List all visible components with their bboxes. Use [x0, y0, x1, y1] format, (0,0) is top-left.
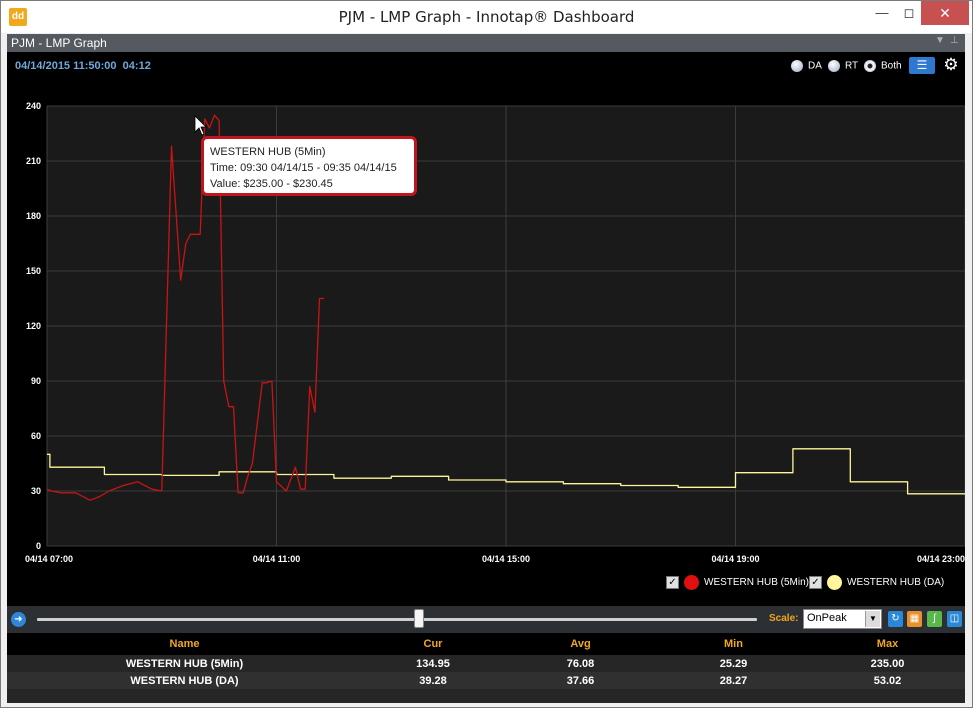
- panel-title: PJM - LMP Graph: [11, 36, 107, 50]
- panel-dropdown-icon[interactable]: ▼: [935, 35, 945, 46]
- y-tick-label: 240: [26, 101, 41, 111]
- legend-checkbox-da[interactable]: ✓: [809, 576, 822, 589]
- column-header-max[interactable]: Max: [810, 633, 965, 655]
- x-tick-label: 04/14 19:00: [711, 554, 759, 564]
- x-tick-label: 04/14 15:00: [482, 554, 530, 564]
- scale-label: Scale:: [769, 613, 799, 624]
- legend-checkbox-5min[interactable]: ✓: [666, 576, 679, 589]
- column-header-name[interactable]: Name: [7, 633, 362, 655]
- cell-min: 25.29: [657, 655, 810, 672]
- legend-label-5min: WESTERN HUB (5Min): [704, 577, 810, 588]
- column-header-cur[interactable]: Cur: [362, 633, 504, 655]
- timeline-bar: ➜ Scale: OnPeak ▼ ↻ ▦ ∫ ◫: [7, 606, 965, 633]
- y-tick-label: 30: [31, 486, 41, 496]
- app-window: dd PJM - LMP Graph - Innotap® Dashboard …: [0, 0, 973, 708]
- cell-max: 235.00: [810, 655, 965, 672]
- x-tick-label: 04/14 07:00: [25, 554, 73, 564]
- column-header-avg[interactable]: Avg: [504, 633, 657, 655]
- tooltip-time: Time: 09:30 04/14/15 - 09:35 04/14/15: [210, 162, 397, 174]
- table-header-row: Name Cur Avg Min Max: [7, 633, 965, 655]
- cell-name: WESTERN HUB (5Min): [7, 655, 362, 672]
- cell-avg: 76.08: [504, 655, 657, 672]
- close-button[interactable]: ✕: [921, 1, 969, 25]
- y-tick-label: 180: [26, 211, 41, 221]
- tooltip-value: Value: $235.00 - $230.45: [210, 178, 333, 190]
- maximize-button[interactable]: ◻: [894, 1, 924, 25]
- table-row[interactable]: WESTERN HUB (DA) 39.28 37.66 28.27 53.02: [7, 672, 965, 689]
- chart-area: 04/14/2015 11:50:00 04:12 DA RT Both ☰ ⚙…: [7, 52, 965, 606]
- stats-table-container: Name Cur Avg Min Max WESTERN HUB (5Min) …: [7, 633, 965, 703]
- cell-max: 53.02: [810, 672, 965, 689]
- y-tick-label: 210: [26, 156, 41, 166]
- minimize-button[interactable]: —: [867, 1, 897, 25]
- save-icon[interactable]: ◫: [947, 611, 962, 627]
- y-tick-label: 0: [36, 541, 41, 551]
- x-tick-label: 04/14 11:00: [253, 554, 301, 564]
- legend-item-da[interactable]: ✓ WESTERN HUB (DA): [809, 575, 944, 590]
- cell-cur: 39.28: [362, 672, 504, 689]
- legend-item-5min[interactable]: ✓ WESTERN HUB (5Min): [666, 575, 809, 590]
- cell-cur: 134.95: [362, 655, 504, 672]
- pin-icon[interactable]: ⊥: [950, 35, 959, 46]
- timeline-slider-handle[interactable]: [413, 609, 424, 628]
- timeline-track[interactable]: [37, 618, 757, 621]
- table-row[interactable]: WESTERN HUB (5Min) 134.95 76.08 25.29 23…: [7, 655, 965, 672]
- lmp-line-chart: 0 30 60 90 120 150 180 210 240 04/14 07:00 04/14 1…: [25, 101, 965, 564]
- refresh-icon[interactable]: ↻: [888, 611, 903, 627]
- cell-min: 28.27: [657, 672, 810, 689]
- grid-icon[interactable]: ▦: [907, 611, 922, 627]
- scale-select-value: OnPeak: [807, 612, 847, 624]
- x-tick-label: 04/14 23:00: [917, 554, 965, 564]
- play-icon[interactable]: ➜: [11, 612, 26, 627]
- cell-avg: 37.66: [504, 672, 657, 689]
- y-tick-label: 120: [26, 321, 41, 331]
- column-header-min[interactable]: Min: [657, 633, 810, 655]
- window-title: PJM - LMP Graph - Innotap® Dashboard: [338, 8, 635, 26]
- y-tick-label: 90: [31, 376, 41, 386]
- chart-tooltip: WESTERN HUB (5Min) Time: 09:30 04/14/15 …: [201, 136, 417, 196]
- stats-table: Name Cur Avg Min Max WESTERN HUB (5Min) …: [7, 633, 965, 703]
- tooltip-series: WESTERN HUB (5Min): [210, 146, 326, 158]
- legend-swatch-5min: [684, 575, 699, 590]
- table-row-empty: [7, 689, 965, 703]
- title-bar: dd PJM - LMP Graph - Innotap® Dashboard …: [1, 1, 972, 33]
- curve-icon[interactable]: ∫: [927, 611, 942, 627]
- y-tick-label: 150: [26, 266, 41, 276]
- chevron-down-icon[interactable]: ▼: [865, 611, 880, 627]
- scale-select[interactable]: OnPeak ▼: [803, 609, 882, 629]
- panel-header: PJM - LMP Graph ▼ ⊥: [7, 34, 965, 52]
- y-tick-label: 60: [31, 431, 41, 441]
- legend-label-da: WESTERN HUB (DA): [847, 577, 945, 588]
- cell-name: WESTERN HUB (DA): [7, 672, 362, 689]
- legend-swatch-da: [827, 575, 842, 590]
